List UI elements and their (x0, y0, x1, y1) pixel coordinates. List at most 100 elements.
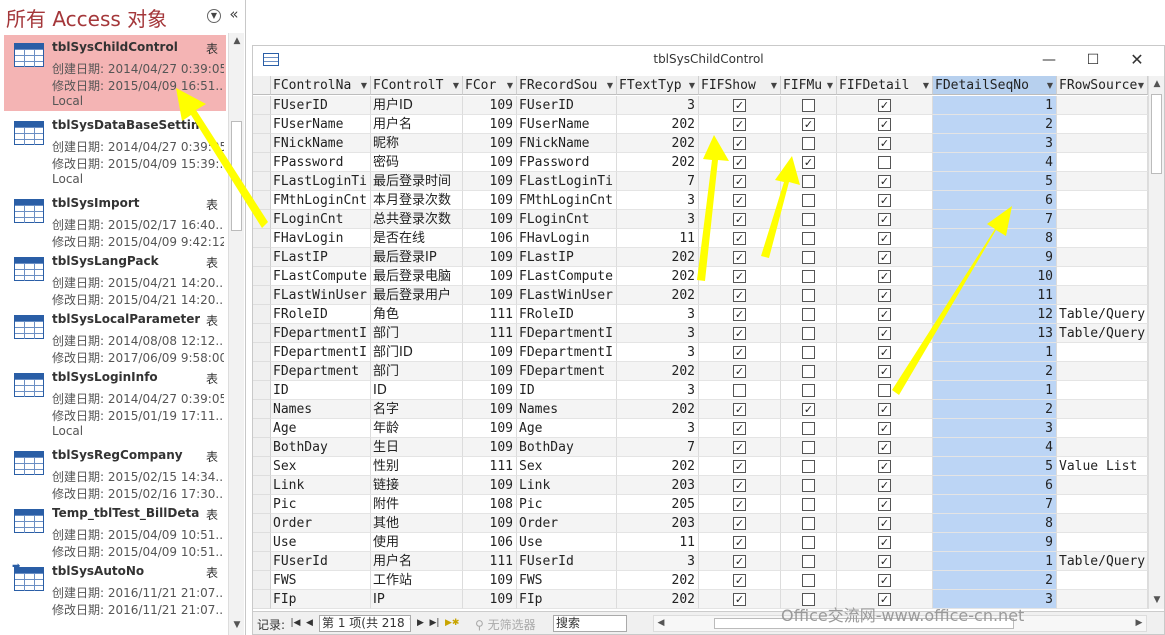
cell-FDetailSeqNo[interactable]: 9 (933, 533, 1057, 552)
cell-FIFShow[interactable]: ✓ (699, 514, 781, 533)
cell-FRecordSou[interactable]: FDepartmentI (517, 343, 617, 362)
cell-FCor[interactable]: 109 (463, 343, 517, 362)
cell-FControlT[interactable]: IP (371, 590, 463, 609)
nav-scroll-up-icon[interactable]: ▲ (229, 33, 245, 49)
maximize-button[interactable]: ☐ (1071, 48, 1115, 72)
cell-FTextTyp[interactable]: 3 (617, 381, 699, 400)
cell-FRecordSou[interactable]: FIp (517, 590, 617, 609)
checked-checkbox[interactable]: ✓ (878, 441, 891, 454)
cell-FTextTyp[interactable]: 3 (617, 191, 699, 210)
cell-FRowSource[interactable] (1057, 115, 1148, 134)
column-header-FRecordSou[interactable]: FRecordSou ▼ (517, 76, 617, 95)
column-dropdown-icon[interactable]: ▼ (827, 76, 833, 94)
cell-FRowSource[interactable] (1057, 343, 1148, 362)
checked-checkbox[interactable]: ✓ (733, 536, 746, 549)
row-selector[interactable] (253, 267, 271, 286)
column-dropdown-icon[interactable]: ▼ (507, 76, 513, 94)
cell-FControlNa[interactable]: FRoleID (271, 305, 371, 324)
cell-FRecordSou[interactable]: ID (517, 381, 617, 400)
checked-checkbox[interactable]: ✓ (733, 289, 746, 302)
table-row[interactable]: FMthLoginCnt 本月登录次数 109 FMthLoginCnt 3 ✓ ✓ 6 (253, 191, 1148, 210)
cell-FCor[interactable]: 109 (463, 438, 517, 457)
cell-FCor[interactable]: 109 (463, 115, 517, 134)
cell-FIFDetail[interactable]: ✓ (837, 286, 933, 305)
cell-FIFShow[interactable]: ✓ (699, 267, 781, 286)
table-row[interactable]: Order 其他 109 Order 203 ✓ ✓ 8 (253, 514, 1148, 533)
cell-FRowSource[interactable]: Table/Query (1057, 324, 1148, 343)
cell-FIFDetail[interactable]: ✓ (837, 248, 933, 267)
cell-FCor[interactable]: 109 (463, 286, 517, 305)
cell-FIFShow[interactable]: ✓ (699, 115, 781, 134)
unchecked-checkbox[interactable] (802, 479, 815, 492)
checked-checkbox[interactable]: ✓ (733, 422, 746, 435)
cell-FRecordSou[interactable]: FWS (517, 571, 617, 590)
row-selector[interactable] (253, 229, 271, 248)
checked-checkbox[interactable]: ✓ (733, 194, 746, 207)
cell-FTextTyp[interactable]: 203 (617, 514, 699, 533)
cell-FRowSource[interactable]: Table/Query (1057, 552, 1148, 571)
cell-FControlNa[interactable]: FHavLogin (271, 229, 371, 248)
unchecked-checkbox[interactable] (802, 308, 815, 321)
cell-FDetailSeqNo[interactable]: 5 (933, 172, 1057, 191)
cell-FRecordSou[interactable]: FUserName (517, 115, 617, 134)
first-record-icon[interactable]: |◀ (289, 615, 302, 631)
checked-checkbox[interactable]: ✓ (733, 270, 746, 283)
cell-FTextTyp[interactable]: 202 (617, 267, 699, 286)
cell-FIFMu[interactable] (781, 305, 837, 324)
cell-FIFShow[interactable]: ✓ (699, 552, 781, 571)
cell-FRowSource[interactable]: Table/Query (1057, 305, 1148, 324)
cell-FIFShow[interactable]: ✓ (699, 210, 781, 229)
cell-FDetailSeqNo[interactable]: 2 (933, 362, 1057, 381)
checked-checkbox[interactable]: ✓ (878, 327, 891, 340)
column-dropdown-icon[interactable]: ▼ (453, 76, 459, 94)
cell-FDetailSeqNo[interactable]: 3 (933, 419, 1057, 438)
cell-FTextTyp[interactable]: 3 (617, 419, 699, 438)
current-record-field[interactable]: 第 1 项(共 218 1 (319, 615, 411, 632)
last-record-icon[interactable]: ▶| (428, 615, 441, 631)
no-filter-button[interactable]: ⚲ 无筛选器 (475, 616, 536, 633)
row-selector[interactable] (253, 514, 271, 533)
row-selector[interactable] (253, 286, 271, 305)
column-header-FIFShow[interactable]: FIFShow ▼ (699, 76, 781, 95)
table-row[interactable]: FWS 工作站 109 FWS 202 ✓ ✓ 2 (253, 571, 1148, 590)
datasheet-vertical-scrollbar[interactable]: ▲ ▼ (1148, 76, 1164, 609)
cell-FControlT[interactable]: 部门 (371, 362, 463, 381)
cell-FCor[interactable]: 109 (463, 153, 517, 172)
unchecked-checkbox[interactable] (802, 498, 815, 511)
cell-FCor[interactable]: 109 (463, 419, 517, 438)
checked-checkbox[interactable]: ✓ (878, 346, 891, 359)
cell-FIFDetail[interactable]: ✓ (837, 267, 933, 286)
checked-checkbox[interactable]: ✓ (878, 308, 891, 321)
checked-checkbox[interactable]: ✓ (733, 213, 746, 226)
cell-FRecordSou[interactable]: FLastCompute (517, 267, 617, 286)
cell-FDetailSeqNo[interactable]: 10 (933, 267, 1057, 286)
checked-checkbox[interactable]: ✓ (802, 156, 815, 169)
table-row[interactable]: Age 年龄 109 Age 3 ✓ ✓ 3 (253, 419, 1148, 438)
cell-FControlT[interactable]: 其他 (371, 514, 463, 533)
cell-FIFMu[interactable] (781, 381, 837, 400)
scroll-right-icon[interactable]: ▶ (1132, 616, 1146, 631)
nav-collapse-icon[interactable]: « (227, 5, 241, 23)
row-selector[interactable] (253, 343, 271, 362)
column-header-FIFDetail[interactable]: FIFDetail ▼ (837, 76, 933, 95)
checked-checkbox[interactable]: ✓ (733, 517, 746, 530)
row-selector[interactable] (253, 305, 271, 324)
cell-FRowSource[interactable]: Value List (1057, 457, 1148, 476)
table-row[interactable]: FDepartmentI 部门ID 109 FDepartmentI 3 ✓ ✓ 1 (253, 343, 1148, 362)
cell-FControlNa[interactable]: Age (271, 419, 371, 438)
nav-item-tblSysLoginInfo[interactable]: tblSysLoginInfo 表创建日期: 2014/04/27 0:39:05… (4, 365, 226, 441)
cell-FRowSource[interactable] (1057, 381, 1148, 400)
unchecked-checkbox[interactable] (802, 422, 815, 435)
cell-FIFMu[interactable] (781, 229, 837, 248)
cell-FIFDetail[interactable]: ✓ (837, 571, 933, 590)
nav-item-tblSysChildControl[interactable]: tblSysChildControl 表创建日期: 2014/04/27 0:39… (4, 35, 226, 111)
cell-FDetailSeqNo[interactable]: 11 (933, 286, 1057, 305)
cell-FRowSource[interactable] (1057, 191, 1148, 210)
cell-FIFShow[interactable]: ✓ (699, 153, 781, 172)
checked-checkbox[interactable]: ✓ (733, 460, 746, 473)
cell-FCor[interactable]: 106 (463, 229, 517, 248)
row-selector[interactable] (253, 210, 271, 229)
cell-FRecordSou[interactable]: BothDay (517, 438, 617, 457)
cell-FControlT[interactable]: 部门ID (371, 343, 463, 362)
cell-FCor[interactable]: 109 (463, 476, 517, 495)
